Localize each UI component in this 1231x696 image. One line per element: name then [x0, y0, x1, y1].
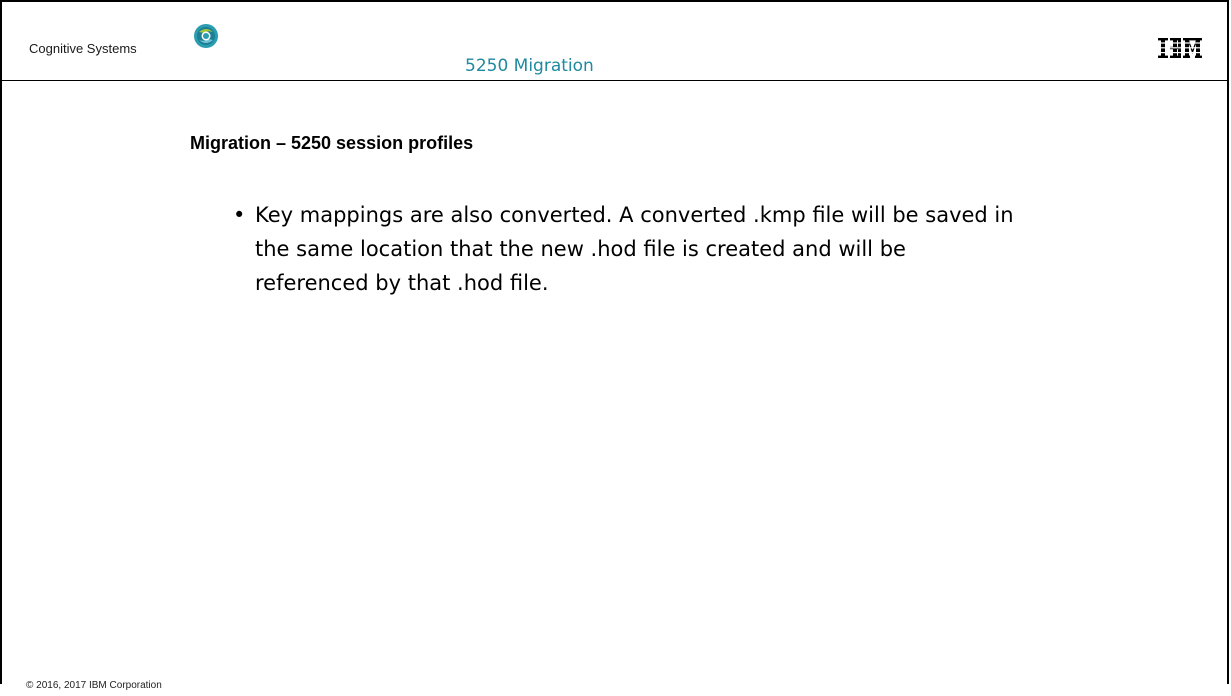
bullet-marker: •	[233, 203, 246, 227]
ibm-logo-icon	[1158, 38, 1202, 58]
copyright-notice: © 2016, 2017 IBM Corporation	[26, 680, 162, 691]
frame-left-border	[0, 0, 2, 684]
bullet-text: Key mappings are also converted. A conve…	[255, 203, 1014, 295]
bullet-list: • Key mappings are also converted. A con…	[233, 198, 1023, 300]
frame-top-border	[1, 0, 1229, 2]
bullet-item: • Key mappings are also converted. A con…	[233, 198, 1023, 300]
frame-right-border	[1227, 0, 1229, 684]
circular-swirl-logo-icon	[194, 24, 218, 48]
deck-title: 5250 Migration	[465, 56, 594, 76]
header-divider	[2, 80, 1227, 81]
slide: Cognitive Systems 5250 Migration Migrati…	[0, 0, 1231, 696]
slide-heading: Migration – 5250 session profiles	[190, 133, 474, 153]
brand-text: Cognitive Systems	[29, 41, 137, 56]
